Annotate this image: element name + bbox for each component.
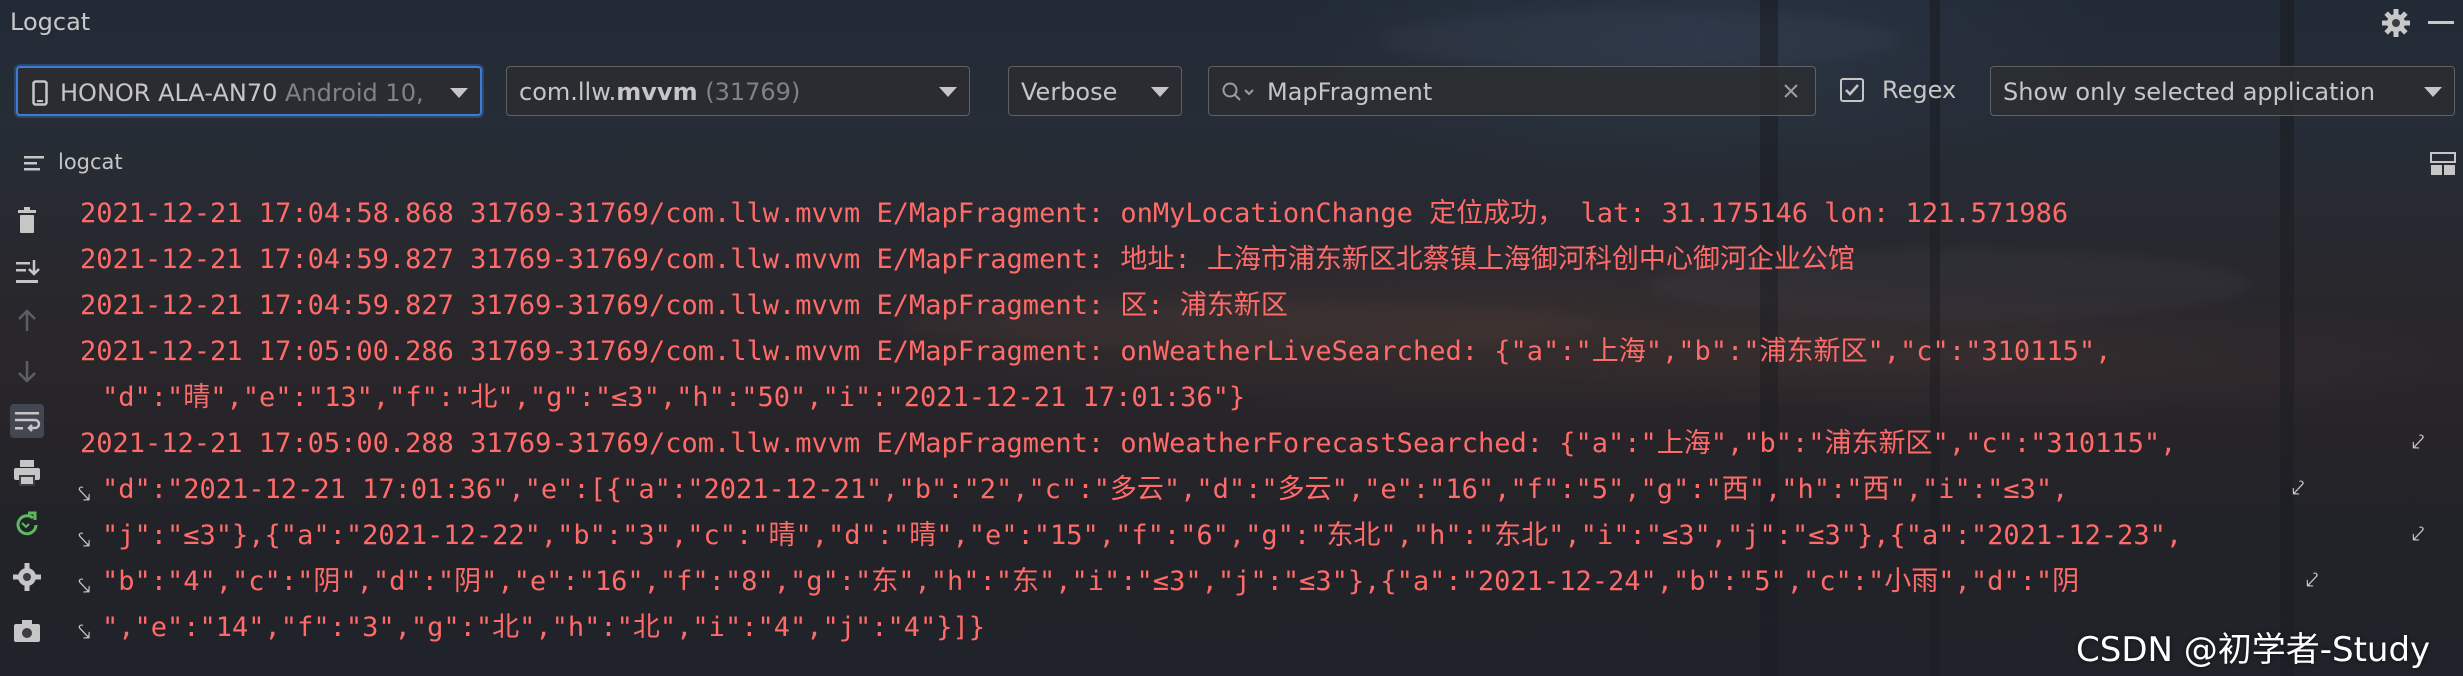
wrap-start-icon: ⤥	[78, 574, 91, 599]
log-line: 2021-12-21 17:05:00.288 31769-31769/com.…	[80, 428, 2177, 459]
checkmark-icon	[1845, 84, 1859, 96]
chevron-down-icon	[939, 87, 957, 97]
log-level-value: Verbose	[1021, 78, 1118, 106]
soft-wrap-icon[interactable]	[10, 404, 44, 438]
print-icon[interactable]	[10, 456, 44, 490]
phone-icon	[32, 80, 48, 106]
wrap-end-icon: ⤦	[2412, 522, 2425, 547]
camera-icon[interactable]	[10, 614, 44, 648]
device-name: HONOR ALA-AN70	[60, 79, 278, 107]
wrap-end-icon: ⤦	[2292, 476, 2305, 501]
regex-checkbox[interactable]	[1840, 78, 1864, 102]
log-line: 2021-12-21 17:04:59.827 31769-31769/com.…	[80, 290, 1288, 321]
search-input[interactable]: MapFragment	[1208, 66, 1816, 116]
trash-icon[interactable]	[10, 204, 44, 238]
app-filter-value: Show only selected application	[2003, 78, 2376, 106]
wrap-start-icon: ⤥	[78, 528, 91, 553]
chevron-down-icon	[2424, 87, 2442, 97]
layout-icon[interactable]	[2430, 152, 2456, 176]
clear-icon[interactable]	[1783, 83, 1799, 99]
log-line: 2021-12-21 17:04:59.827 31769-31769/com.…	[80, 244, 1855, 275]
restart-icon[interactable]	[10, 508, 44, 542]
watermark: CSDN @初学者-Study	[2076, 630, 2431, 670]
logcat-panel-header: logcat	[0, 144, 2463, 184]
scroll-to-end-icon[interactable]	[10, 254, 44, 288]
log-line: 2021-12-21 17:05:00.286 31769-31769/com.…	[80, 336, 2112, 367]
process-selector[interactable]: com.llw.mvvm (31769)	[506, 66, 970, 116]
search-value: MapFragment	[1267, 78, 1433, 106]
window-title: Logcat	[10, 8, 91, 36]
wrap-start-icon: ⤥	[78, 620, 91, 645]
app-filter-selector[interactable]: Show only selected application	[1990, 66, 2455, 116]
lines-icon	[24, 156, 44, 171]
device-os: Android 10,	[285, 79, 424, 107]
settings-icon[interactable]	[10, 560, 44, 594]
wrap-end-icon: ⤦	[2306, 568, 2319, 593]
title-bar: Logcat	[0, 0, 2463, 46]
wrap-start-icon: ⤥	[78, 482, 91, 507]
minimize-icon[interactable]	[2428, 21, 2454, 24]
log-output[interactable]: 2021-12-21 17:04:58.868 31769-31769/com.…	[78, 196, 2460, 676]
logcat-side-toolbar	[0, 190, 54, 676]
gear-icon[interactable]	[2381, 8, 2411, 38]
logcat-tab-label[interactable]: logcat	[58, 150, 123, 174]
search-icon	[1222, 82, 1254, 101]
wrap-end-icon: ⤦	[2412, 430, 2425, 455]
log-line-continuation: "d":"晴","e":"13","f":"北","g":"≤3","h":"5…	[102, 382, 1246, 413]
up-arrow-icon[interactable]	[10, 304, 44, 338]
process-pid: (31769)	[705, 78, 801, 106]
logcat-toolbar: HONOR ALA-AN70 Android 10, com.llw.mvvm …	[0, 66, 2463, 118]
log-line: 2021-12-21 17:04:58.868 31769-31769/com.…	[80, 198, 2069, 229]
log-line-continuation: "b":"4","c":"阴","d":"阴","e":"16","f":"8"…	[102, 566, 2080, 597]
regex-label: Regex	[1882, 76, 1957, 104]
process-package-name: mvvm	[616, 78, 698, 106]
log-line-continuation: ","e":"14","f":"3","g":"北","h":"北","i":"…	[102, 612, 986, 643]
log-line-continuation: "j":"≤3"},{"a":"2021-12-22","b":"3","c":…	[102, 520, 2183, 551]
down-arrow-icon[interactable]	[10, 354, 44, 388]
process-package-prefix: com.llw.	[519, 78, 617, 106]
log-level-selector[interactable]: Verbose	[1008, 66, 1182, 116]
chevron-down-icon	[450, 88, 468, 98]
log-line-continuation: "d":"2021-12-21 17:01:36","e":[{"a":"202…	[102, 474, 2069, 505]
chevron-down-icon	[1151, 87, 1169, 97]
device-selector[interactable]: HONOR ALA-AN70 Android 10,	[16, 66, 482, 116]
